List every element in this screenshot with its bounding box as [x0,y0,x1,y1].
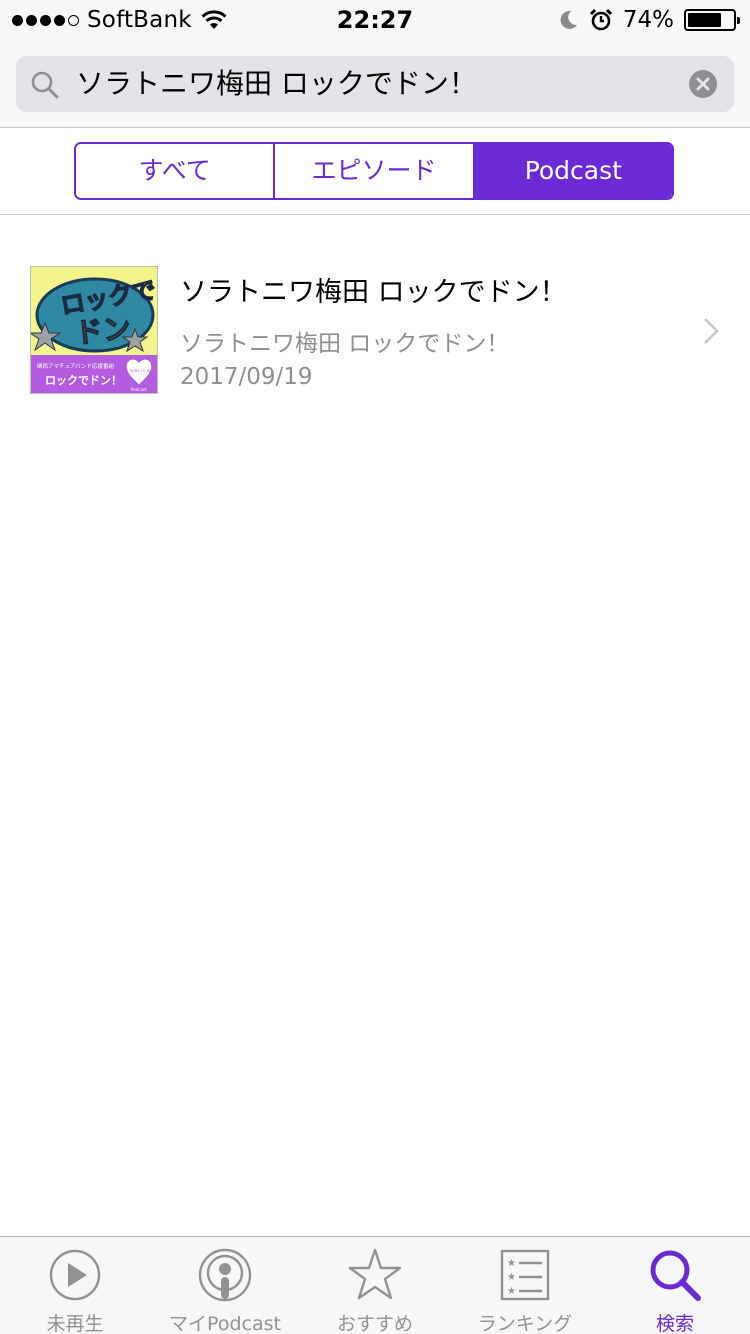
segment-episodes[interactable]: エピソード [275,144,475,198]
tab-unplayed[interactable]: 未再生 [0,1237,150,1334]
tab-ranking[interactable]: ★ ★ ★ ランキング [450,1237,600,1334]
svg-text:★: ★ [507,1272,516,1283]
artwork-podcast-text: Podcast [131,387,147,392]
artwork-band-text: ロックでドン！ [45,374,122,387]
tab-bar: 未再生 マイPodcast おすすめ ★ ★ ★ ランキング 検索 [0,1236,750,1334]
svg-text:★: ★ [507,1258,516,1269]
battery-fill [688,13,721,27]
alarm-clock-icon [589,8,612,31]
segmented-control: すべて エピソード Podcast [74,142,674,200]
battery-percent: 74% [622,7,674,33]
tab-search[interactable]: 検索 [600,1237,750,1334]
star-icon [348,1248,402,1300]
podcast-artwork: ロックで ドン 関西アマチュアバンド応援番組 ロックでドン！ SORA TO N… [30,266,158,394]
scope-bar: すべて エピソード Podcast [0,129,750,215]
tab-label: ランキング [477,1313,573,1334]
artwork-main-text: ドン [73,311,132,350]
result-title: ソラトニワ梅田 ロックでドン！ [180,277,567,308]
clear-icon[interactable] [688,69,718,99]
search-bar [0,40,750,128]
play-circle-icon [49,1249,101,1301]
do-not-disturb-moon-icon [560,10,577,29]
search-result-row[interactable]: ロックで ドン 関西アマチュアバンド応援番組 ロックでドン！ SORA TO N… [0,216,750,442]
tab-featured[interactable]: おすすめ [300,1237,450,1334]
podcast-icon [198,1248,252,1302]
ranking-list-icon: ★ ★ ★ [500,1249,550,1301]
svg-text:★: ★ [507,1286,516,1297]
status-right: 74% [559,6,740,34]
battery-icon [684,9,740,31]
search-field[interactable] [16,56,734,112]
result-subtitle: ソラトニワ梅田 ロックでドン！ [180,331,510,357]
segment-all[interactable]: すべて [76,144,276,198]
chevron-right-icon [704,318,719,344]
status-bar: SoftBank 22:27 74% [0,0,750,40]
artwork-logo-text: SORA TO NIWA [130,369,157,373]
segment-podcast[interactable]: Podcast [474,144,672,198]
artwork-band-small-text: 関西アマチュアバンド応援番組 [37,362,114,370]
tab-label: マイPodcast [169,1313,281,1334]
search-input[interactable] [76,56,676,112]
tab-label: 検索 [655,1313,694,1334]
result-date: 2017/09/19 [180,364,313,390]
tab-my-podcasts[interactable]: マイPodcast [150,1237,300,1334]
tab-label: 未再生 [46,1313,104,1334]
tab-label: おすすめ [336,1313,413,1334]
search-icon [31,71,59,99]
podcasts-search-screen: SoftBank 22:27 74% ソラトニワ梅田 ロックでドン！ すべて エ… [0,0,750,1334]
search-icon [650,1250,701,1301]
